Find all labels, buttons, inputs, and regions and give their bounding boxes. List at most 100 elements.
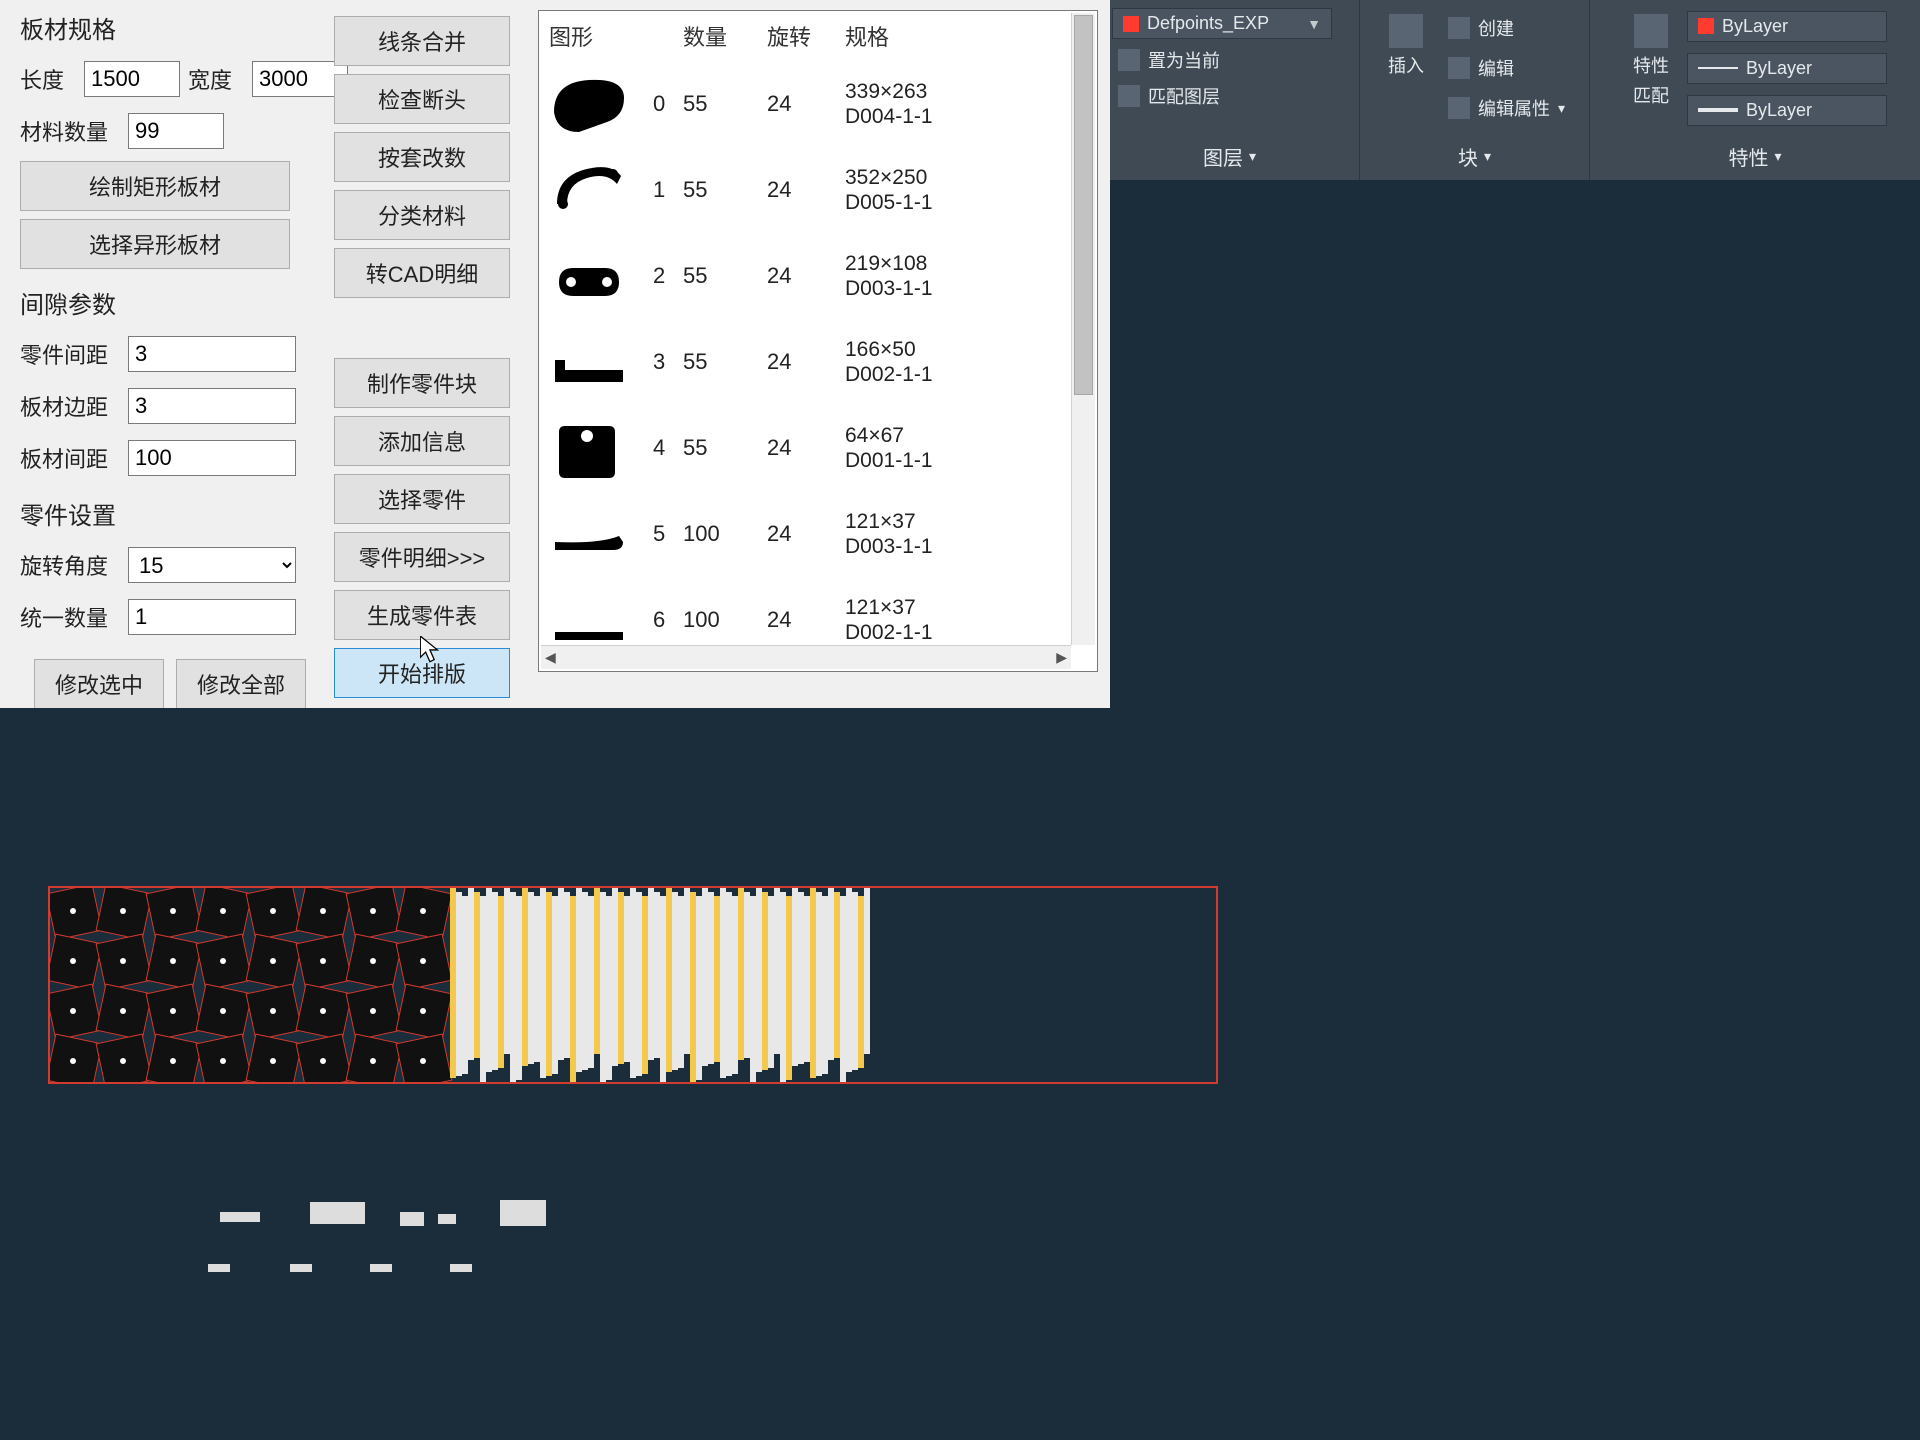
create-block-icon (1448, 17, 1470, 39)
part-shape-icon (549, 502, 629, 566)
table-row[interactable]: 510024121×37D003-1-1 (539, 491, 1097, 577)
part-shape-icon (549, 588, 629, 652)
row-rot: 24 (767, 177, 845, 203)
merge-lines-button[interactable]: 线条合并 (334, 16, 510, 66)
parts-table-body[interactable]: 05524339×263D004-1-115524352×250D005-1-1… (539, 61, 1097, 671)
ribbon: Defpoints_EXP ▼ 置为当前 匹配图层 图层▾ 插入 (1100, 0, 1920, 180)
ribbon-layer-footer[interactable]: 图层▾ (1203, 138, 1256, 174)
row-qty: 55 (683, 177, 767, 203)
scroll-left-icon[interactable]: ◀ (545, 649, 556, 666)
select-irregular-sheet-button[interactable]: 选择异形板材 (20, 219, 290, 269)
lineweight-icon (1698, 108, 1738, 112)
color-bylayer-dropdown[interactable]: ByLayer (1687, 11, 1887, 42)
material-qty-input[interactable] (128, 113, 224, 149)
row-rot: 24 (767, 349, 845, 375)
sheet-gap-input[interactable] (128, 440, 296, 476)
edit-block-button[interactable]: 编辑 (1442, 53, 1571, 83)
layer-current-icon (1118, 49, 1140, 71)
gap-params-title: 间隙参数 (20, 285, 320, 320)
linetype-icon (1698, 67, 1738, 69)
row-rot: 24 (767, 91, 845, 117)
make-block-button[interactable]: 制作零件块 (334, 358, 510, 408)
sheet-spec-title: 板材规格 (20, 10, 320, 45)
row-index: 0 (653, 91, 683, 117)
table-row[interactable]: 25524219×108D003-1-1 (539, 233, 1097, 319)
row-spec: 352×250D005-1-1 (845, 165, 1071, 215)
rotation-angle-select[interactable]: 15 (128, 547, 296, 583)
check-break-button[interactable]: 检查断头 (334, 74, 510, 124)
color-swatch-icon (1698, 18, 1714, 34)
layer-dropdown-value: Defpoints_EXP (1147, 13, 1269, 34)
table-row[interactable]: 15524352×250D005-1-1 (539, 147, 1097, 233)
table-row[interactable]: 35524166×50D002-1-1 (539, 319, 1097, 405)
part-shape-icon (549, 416, 629, 480)
row-qty: 55 (683, 435, 767, 461)
uniform-qty-label: 统一数量 (20, 601, 120, 633)
length-label: 长度 (20, 63, 76, 95)
part-detail-button[interactable]: 零件明细>>> (334, 532, 510, 582)
chevron-down-icon: ▼ (1307, 16, 1321, 32)
dialog-middle-column: 线条合并 检查断头 按套改数 分类材料 转CAD明细 制作零件块 添加信息 选择… (334, 10, 524, 698)
sheet-margin-input[interactable] (128, 388, 296, 424)
part-settings-title: 零件设置 (20, 496, 320, 531)
row-rot: 24 (767, 263, 845, 289)
header-shape: 图形 (549, 20, 653, 52)
start-nesting-button[interactable]: 开始排版 (334, 648, 510, 698)
header-qty: 数量 (683, 20, 767, 52)
table-horizontal-scrollbar[interactable]: ◀ ▶ (541, 645, 1071, 669)
ribbon-prop-footer[interactable]: 特性▾ (1728, 138, 1781, 174)
to-cad-detail-button[interactable]: 转CAD明细 (334, 248, 510, 298)
add-info-button[interactable]: 添加信息 (334, 416, 510, 466)
part-gap-input[interactable] (128, 336, 296, 372)
scroll-right-icon[interactable]: ▶ (1056, 649, 1067, 666)
set-current-label: 置为当前 (1148, 47, 1220, 73)
row-qty: 55 (683, 91, 767, 117)
material-qty-label: 材料数量 (20, 115, 120, 147)
properties-button[interactable]: 特性 匹配 (1623, 8, 1679, 114)
dialog-left-column: 板材规格 长度 宽度 材料数量 绘制矩形板材 选择异形板材 间隙参数 零件间距 … (20, 10, 320, 698)
cad-drawing-area[interactable] (0, 708, 1920, 1440)
layer-color-swatch (1123, 16, 1139, 32)
part-shape-icon (549, 158, 629, 222)
length-input[interactable] (84, 61, 180, 97)
lineweight-bylayer-dropdown[interactable]: ByLayer (1687, 95, 1887, 126)
modify-selected-button[interactable]: 修改选中 (34, 659, 164, 709)
nested-sheet-outline (48, 886, 1218, 1084)
row-spec: 339×263D004-1-1 (845, 79, 1071, 129)
create-block-button[interactable]: 创建 (1442, 13, 1571, 43)
layer-dropdown[interactable]: Defpoints_EXP ▼ (1112, 8, 1332, 39)
draw-rect-sheet-button[interactable]: 绘制矩形板材 (20, 161, 290, 211)
row-spec: 166×50D002-1-1 (845, 337, 1071, 387)
ribbon-layer-panel: Defpoints_EXP ▼ 置为当前 匹配图层 图层▾ (1100, 0, 1360, 180)
edit-attr-icon (1448, 97, 1470, 119)
header-spec: 规格 (845, 20, 1071, 52)
classify-mat-button[interactable]: 分类材料 (334, 190, 510, 240)
ribbon-block-panel: 插入 创建 编辑 编辑属性 ▾ 块▾ (1360, 0, 1590, 180)
insert-block-button[interactable]: 插入 (1378, 8, 1434, 84)
nesting-dialog: 板材规格 长度 宽度 材料数量 绘制矩形板材 选择异形板材 间隙参数 零件间距 … (0, 0, 1110, 708)
uniform-qty-input[interactable] (128, 599, 296, 635)
set-current-layer-button[interactable]: 置为当前 (1112, 45, 1226, 75)
ribbon-block-footer[interactable]: 块▾ (1458, 138, 1491, 174)
table-row[interactable]: 4552464×67D001-1-1 (539, 405, 1097, 491)
table-vertical-scrollbar[interactable] (1071, 13, 1095, 645)
row-rot: 24 (767, 521, 845, 547)
table-row[interactable]: 05524339×263D004-1-1 (539, 61, 1097, 147)
select-part-button[interactable]: 选择零件 (334, 474, 510, 524)
row-spec: 219×108D003-1-1 (845, 251, 1071, 301)
modify-all-button[interactable]: 修改全部 (176, 659, 306, 709)
row-spec: 64×67D001-1-1 (845, 423, 1071, 473)
insert-block-icon (1389, 14, 1423, 48)
linetype-bylayer-dropdown[interactable]: ByLayer (1687, 53, 1887, 84)
change-qty-button[interactable]: 按套改数 (334, 132, 510, 182)
generate-table-button[interactable]: 生成零件表 (334, 590, 510, 640)
part-shape-icon (549, 72, 629, 136)
edit-attr-button[interactable]: 编辑属性 ▾ (1442, 93, 1571, 123)
match-layer-label: 匹配图层 (1148, 83, 1220, 109)
row-qty: 100 (683, 607, 767, 633)
part-gap-label: 零件间距 (20, 338, 120, 370)
scrollbar-thumb[interactable] (1074, 15, 1093, 395)
row-rot: 24 (767, 607, 845, 633)
match-layer-button[interactable]: 匹配图层 (1112, 81, 1226, 111)
row-spec: 121×37D003-1-1 (845, 509, 1071, 559)
